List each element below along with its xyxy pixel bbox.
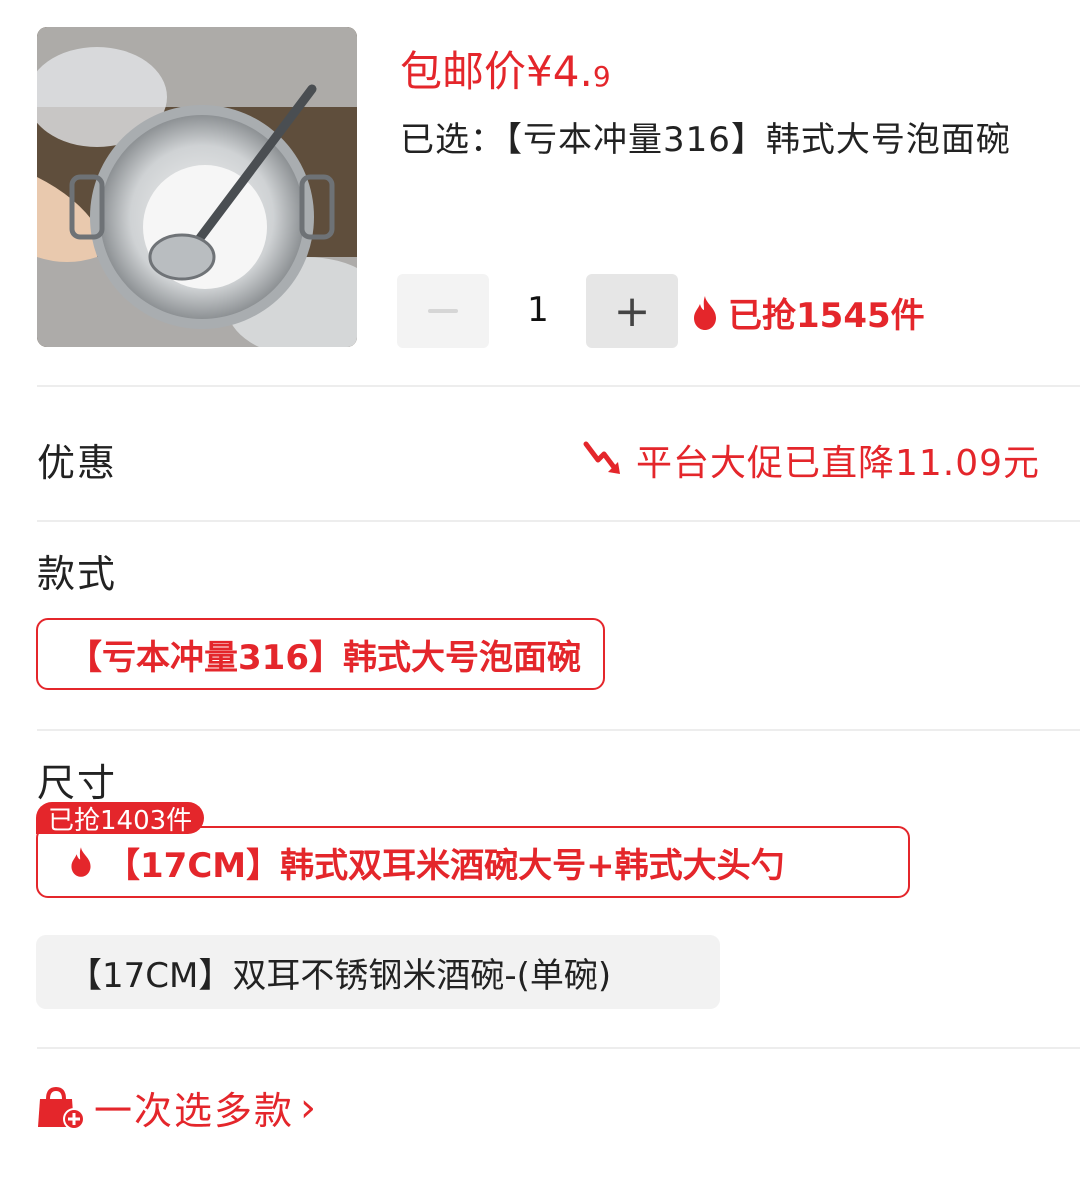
fire-icon [694, 295, 716, 330]
price: 包邮价 ¥ 4. 9 [400, 38, 611, 99]
discount-title: 优惠 [37, 441, 118, 485]
down-trend-icon [583, 441, 620, 474]
divider [37, 385, 1080, 387]
quantity-increase-button[interactable]: + [586, 274, 678, 348]
size-option-label: 【17CM】双耳不锈钢米酒碗-(单碗) [68, 955, 612, 996]
plus-icon: + [613, 285, 651, 337]
style-title: 款式 [37, 552, 118, 596]
price-label: 包邮价 [400, 47, 527, 96]
style-option-label: 【亏本冲量316】韩式大号泡面碗 [68, 637, 581, 678]
size-option-label: 【17CM】韩式双耳米酒碗大号+韩式大头勺 [106, 845, 785, 886]
fire-icon [71, 847, 91, 877]
multi-select-link[interactable]: 一次选多款 › [36, 1080, 318, 1135]
divider [37, 729, 1080, 731]
shopping-bag-plus-icon [38, 1086, 85, 1130]
quantity-decrease-button[interactable] [397, 274, 489, 348]
promo-discount[interactable]: 平台大促已直降11.09元 [582, 434, 1040, 486]
multi-select-label: 一次选多款 [94, 1089, 295, 1133]
promo-text: 平台大促已直降11.09元 [635, 443, 1040, 484]
sold-badge: 已抢1403件 [36, 802, 205, 836]
style-option-selected[interactable]: 【亏本冲量316】韩式大号泡面碗 [36, 618, 605, 690]
sold-count-text: 已抢1545件 [728, 296, 925, 336]
divider [37, 520, 1080, 522]
minus-icon [428, 309, 458, 313]
chevron-right-icon: › [300, 1084, 319, 1131]
product-thumbnail[interactable] [37, 27, 357, 347]
product-image [37, 27, 357, 347]
price-symbol: ¥ [526, 47, 553, 96]
size-option-selected[interactable]: 【17CM】韩式双耳米酒碗大号+韩式大头勺 [36, 826, 910, 898]
divider [37, 1047, 1080, 1049]
sold-count: 已抢1545件 [690, 288, 925, 337]
quantity-value[interactable]: 1 [515, 290, 561, 330]
price-integer: 4. [552, 47, 593, 96]
size-option[interactable]: 【17CM】双耳不锈钢米酒碗-(单碗) [36, 935, 720, 1009]
price-decimal: 9 [592, 60, 611, 93]
selected-variant-text: 已选：【亏本冲量316】韩式大号泡面碗 [400, 120, 1011, 160]
